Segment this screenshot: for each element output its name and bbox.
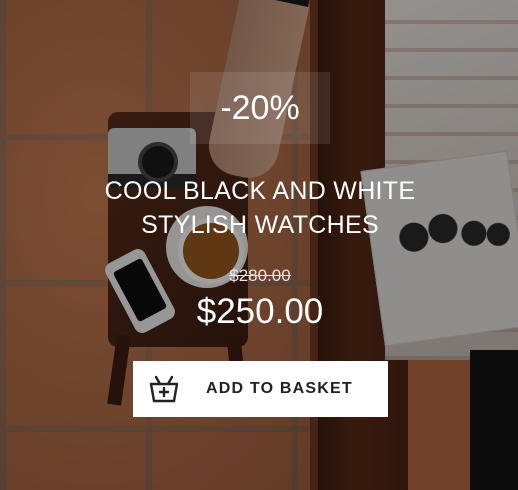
- old-price: $280.00: [229, 266, 291, 285]
- product-title: COOL BLACK AND WHITE STYLISH WATCHES: [60, 174, 460, 242]
- product-card[interactable]: -20% COOL BLACK AND WHITE STYLISH WATCHE…: [0, 0, 518, 490]
- discount-badge: -20%: [190, 72, 330, 144]
- product-title-line: COOL BLACK AND WHITE: [104, 177, 416, 205]
- current-price: $250.00: [196, 292, 324, 331]
- add-to-basket-button[interactable]: ADD TO BASKET: [133, 361, 388, 417]
- add-to-basket-label: ADD TO BASKET: [206, 380, 353, 397]
- basket-add-icon: [148, 373, 180, 405]
- product-title-line: STYLISH WATCHES: [141, 211, 379, 239]
